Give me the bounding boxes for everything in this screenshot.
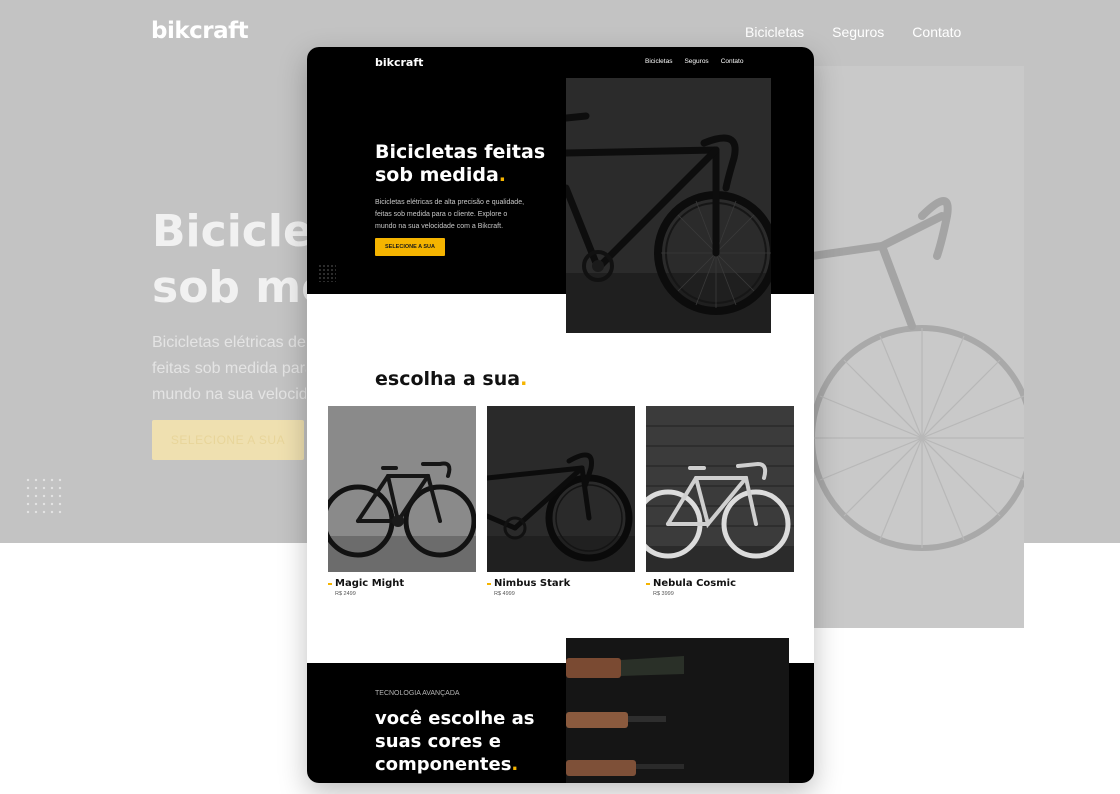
technology-title-text: componentes [375, 754, 512, 775]
product-name-text: Nimbus Stark [494, 578, 571, 589]
hero-title-line: Bicicletas feitas [375, 141, 546, 163]
accent-bar [646, 582, 650, 585]
accent-dot: . [520, 368, 528, 390]
accent-bar [328, 582, 332, 585]
background-cta-button: SELECIONE A SUA [152, 420, 304, 460]
hero-bike-photo [566, 78, 771, 333]
product-card-nebula-cosmic[interactable]: Nebula Cosmic R$ 3999 [646, 406, 794, 597]
product-name-text: Nebula Cosmic [653, 578, 737, 589]
product-photo [487, 406, 635, 572]
background-hero-text: Bicicletas elétricas de alta precisão e … [152, 330, 306, 408]
site-logo[interactable]: bikcraft [375, 56, 423, 69]
main-nav: Bicicletas Seguros Contato [645, 58, 743, 65]
products-title-text: escolha a sua [375, 368, 521, 390]
background-hero-text-line: feitas sob medida para o cliente. Explor… [152, 360, 306, 377]
technology-title-line: componentes. [375, 753, 555, 776]
product-photo [646, 406, 794, 572]
background-hero-title-line: sob medida. [152, 262, 312, 313]
product-price: R$ 2499 [335, 591, 356, 597]
technology-title: você escolhe as suas cores e componentes… [375, 707, 555, 776]
background-dot-pattern [24, 476, 64, 516]
nav-seguros[interactable]: Seguros [684, 58, 708, 65]
background-logo: bikcraft [151, 18, 249, 44]
nav-contato[interactable]: Contato [721, 58, 744, 65]
product-card-magic-might[interactable]: Magic Might R$ 2499 [328, 406, 476, 597]
product-price: R$ 3999 [653, 591, 674, 597]
technology-title-line: você escolhe as [375, 708, 535, 729]
nav-bicicletas[interactable]: Bicicletas [645, 58, 672, 65]
accent-dot: . [511, 754, 519, 775]
background-hero-title-line: Bicicletas feitas [152, 206, 312, 257]
products-section-title: escolha a sua. [375, 368, 527, 390]
accent-dot: . [498, 164, 507, 186]
dot-pattern [318, 264, 336, 282]
background-nav: Bicicletas Seguros Contato [745, 24, 961, 40]
hero-title-line: sob medida. [375, 164, 555, 187]
product-card-nimbus-stark[interactable]: Nimbus Stark R$ 4999 [487, 406, 635, 597]
accent-bar [487, 582, 491, 585]
background-hero-text-line: mundo na sua velocidade com a Bikcraft. [152, 386, 306, 403]
technology-subtitle: TECNOLOGIA AVANÇADA [375, 690, 460, 697]
background-bike-photo [812, 66, 1024, 628]
select-bike-button[interactable]: SELECIONE A SUA [375, 238, 445, 256]
hero-title-text: sob medida [375, 164, 499, 186]
product-price: R$ 4999 [494, 591, 515, 597]
product-name: Magic Might [328, 578, 476, 589]
product-name: Nimbus Stark [487, 578, 635, 589]
site-preview-card: bikcraft Bicicletas Seguros Contato Bici… [307, 47, 814, 783]
background-nav-bicicletas: Bicicletas [745, 24, 805, 40]
background-nav-seguros: Seguros [832, 24, 885, 40]
product-photo [328, 406, 476, 572]
product-name: Nebula Cosmic [646, 578, 794, 589]
tools-photo [566, 638, 789, 783]
hero-title: Bicicletas feitas sob medida. [375, 141, 555, 187]
technology-title-line: suas cores e [375, 731, 501, 752]
background-hero-text-line: Bicicletas elétricas de alta precisão e … [152, 334, 306, 351]
hero-description: Bicicletas elétricas de alta precisão e … [375, 199, 525, 230]
background-nav-contato: Contato [912, 24, 962, 40]
background-hero-title: Bicicletas feitas sob medida. [152, 204, 312, 316]
product-name-text: Magic Might [335, 578, 405, 589]
